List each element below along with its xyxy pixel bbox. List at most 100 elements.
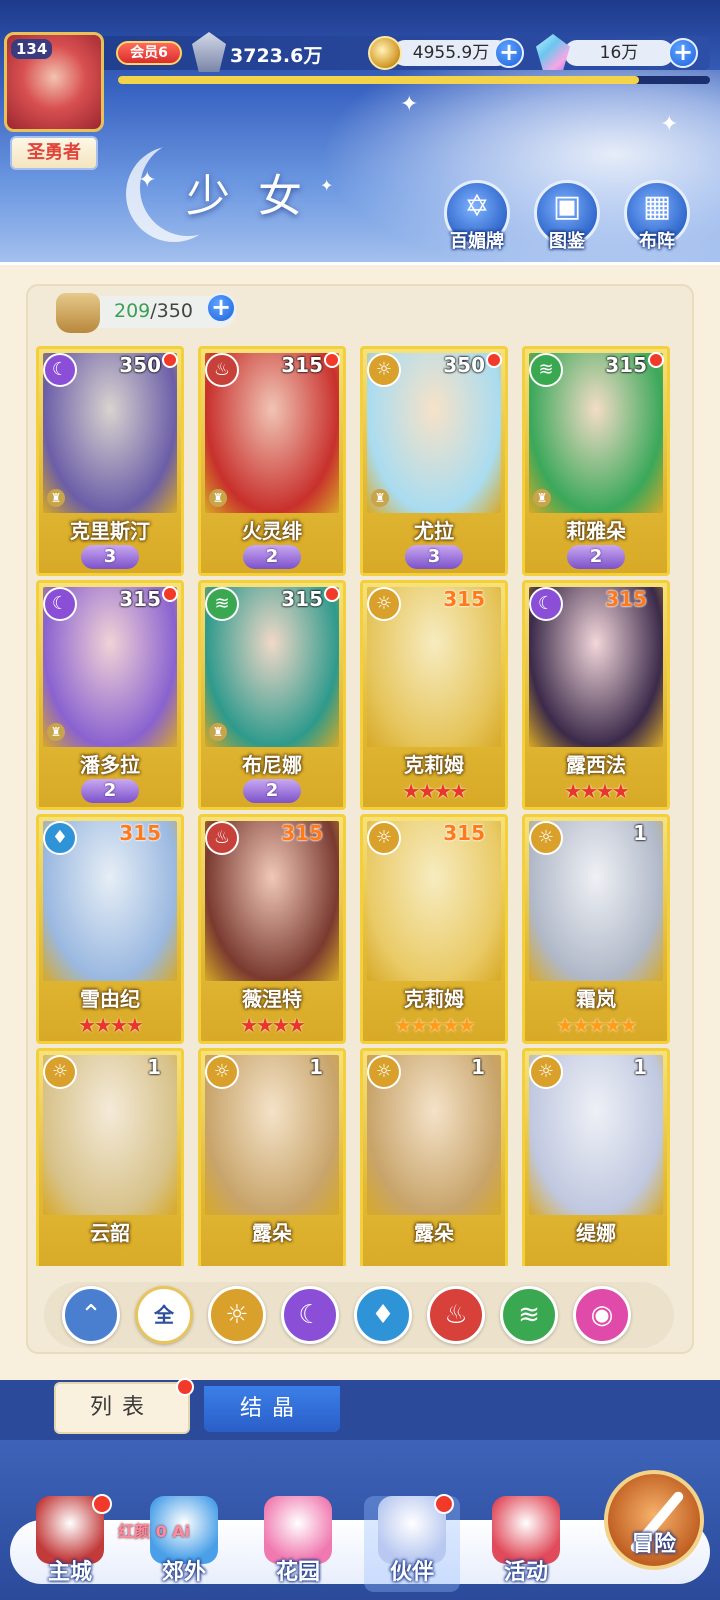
nav-label: 伙伴 xyxy=(389,1560,434,1585)
card-deck-button[interactable]: ✡ 百媚牌 xyxy=(444,180,510,252)
notification-dot xyxy=(434,1494,454,1514)
fire-element-icon: ♨ xyxy=(205,821,239,855)
chess-piece-icon: ♜ xyxy=(47,723,65,741)
filter-light-button[interactable]: ☼ xyxy=(208,1286,266,1344)
notification-dot xyxy=(176,1378,194,1396)
filter-all-button[interactable]: 全 xyxy=(135,1286,193,1344)
player-avatar[interactable]: 134 xyxy=(4,32,104,132)
tab-list[interactable]: 列表 xyxy=(54,1378,194,1434)
moon-element-icon: ☾ xyxy=(43,353,77,387)
wing-rank-badge: 2 xyxy=(567,545,625,569)
roster-count: 209/350 xyxy=(114,300,193,322)
star-rating: ★★★★ xyxy=(78,1013,144,1037)
gem-amount: 16万 xyxy=(564,40,674,66)
light-element-icon: ☼ xyxy=(529,1055,563,1089)
character-name: 霜岚 xyxy=(576,987,616,1011)
rank-title-badge[interactable]: 圣勇者 xyxy=(10,136,98,170)
bag-icon xyxy=(56,293,100,333)
character-level: 315 xyxy=(443,821,485,845)
character-name: 薇涅特 xyxy=(242,987,302,1011)
character-card[interactable]: ≋ 315 ♜ 莉雅朵 2 xyxy=(522,346,670,576)
sparkle-icon: ✦ xyxy=(400,92,419,117)
character-card[interactable]: ☼ 1 霜岚 ★★★★★ xyxy=(522,814,670,1044)
character-level: 350 xyxy=(119,353,161,377)
light-element-icon: ☼ xyxy=(43,1055,77,1089)
character-name: 莉雅朵 xyxy=(566,519,626,543)
character-name: 露朵 xyxy=(252,1221,292,1245)
character-level: 1 xyxy=(633,821,647,845)
roster-current: 209 xyxy=(114,300,151,322)
card-deck-icon: ✡ xyxy=(464,189,490,224)
sun-icon: ☼ xyxy=(225,1300,249,1330)
moon-element-icon: ☾ xyxy=(529,587,563,621)
gallery-label: 图鉴 xyxy=(549,231,585,252)
book-icon: ▣ xyxy=(552,189,582,224)
notification-dot xyxy=(162,352,178,368)
light-element-icon: ☼ xyxy=(367,1055,401,1089)
character-name: 克里斯汀 xyxy=(70,519,150,543)
light-element-icon: ☼ xyxy=(367,821,401,855)
nav-item-partner[interactable]: 伙伴 xyxy=(364,1494,460,1592)
tab-crystal[interactable]: 结晶 xyxy=(204,1386,340,1432)
character-level: 350 xyxy=(443,353,485,377)
event-ticker: 红颜 0 Ai xyxy=(118,1522,191,1541)
character-card[interactable]: ☼ 315 克莉姆 ★★★★★ xyxy=(360,814,508,1044)
nav-item-portal[interactable]: 郊外 xyxy=(136,1496,232,1592)
character-card[interactable]: ☼ 350 ♜ 尤拉 3 xyxy=(360,346,508,576)
coin-icon xyxy=(368,36,402,70)
character-card[interactable]: ♦ 315 雪由纪 ★★★★ xyxy=(36,814,184,1044)
star-rating: ★★★★ xyxy=(564,779,630,803)
character-name: 克莉姆 xyxy=(404,987,464,1011)
filter-cleave-button[interactable]: ⌃ xyxy=(62,1286,120,1344)
gallery-button[interactable]: ▣ 图鉴 xyxy=(534,180,600,252)
exp-bar xyxy=(118,76,710,84)
character-card[interactable]: ☾ 315 ♜ 潘多拉 2 xyxy=(36,580,184,810)
character-card[interactable]: ☼ 1 云韶 xyxy=(36,1048,184,1266)
character-card[interactable]: ☼ 1 露朵 xyxy=(360,1048,508,1266)
add-coins-button[interactable]: + xyxy=(494,38,524,68)
filter-moon-button[interactable]: ☾ xyxy=(281,1286,339,1344)
character-card[interactable]: ☼ 315 克莉姆 ★★★★ xyxy=(360,580,508,810)
notification-dot xyxy=(324,586,340,602)
character-level: 1 xyxy=(147,1055,161,1079)
vip-badge[interactable]: 会员6 xyxy=(116,41,182,65)
filter-heart-button[interactable]: ◉ xyxy=(573,1286,631,1344)
character-card[interactable]: ☾ 315 露西法 ★★★★ xyxy=(522,580,670,810)
add-gems-button[interactable]: + xyxy=(668,38,698,68)
heart-orb-icon: ◉ xyxy=(590,1300,614,1330)
formation-button[interactable]: ▦ 布阵 xyxy=(624,180,690,252)
character-card[interactable]: ≋ 315 ♜ 布尼娜 2 xyxy=(198,580,346,810)
character-card[interactable]: ☼ 1 缇娜 xyxy=(522,1048,670,1266)
filter-water-button[interactable]: ♦ xyxy=(354,1286,412,1344)
expand-roster-button[interactable]: + xyxy=(206,293,236,323)
wind-element-icon: ≋ xyxy=(205,587,239,621)
character-name: 缇娜 xyxy=(576,1221,616,1245)
character-level: 315 xyxy=(281,587,323,611)
tab-list-label: 列表 xyxy=(89,1395,154,1420)
notification-dot xyxy=(324,352,340,368)
nav-label: 主城 xyxy=(47,1560,92,1585)
nav-item-gift[interactable]: 活动 xyxy=(478,1496,574,1592)
character-card[interactable]: ♨ 315 薇涅特 ★★★★ xyxy=(198,814,346,1044)
character-level: 315 xyxy=(281,821,323,845)
filter-wind-button[interactable]: ≋ xyxy=(500,1286,558,1344)
wing-rank-badge: 3 xyxy=(405,545,463,569)
character-card[interactable]: ☾ 350 ♜ 克里斯汀 3 xyxy=(36,346,184,576)
character-name: 尤拉 xyxy=(414,519,454,543)
nav-item-castle[interactable]: 主城 xyxy=(22,1494,118,1592)
water-element-icon: ♦ xyxy=(43,821,77,855)
star-rating: ★★★★★ xyxy=(394,1013,476,1037)
character-level: 1 xyxy=(471,1055,485,1079)
filter-fire-button[interactable]: ♨ xyxy=(427,1286,485,1344)
nav-label: 冒险 xyxy=(631,1532,676,1557)
character-level: 315 xyxy=(443,587,485,611)
character-card[interactable]: ♨ 315 ♜ 火灵绯 2 xyxy=(198,346,346,576)
nav-label: 活动 xyxy=(503,1560,548,1585)
fire-element-icon: ♨ xyxy=(205,353,239,387)
nav-adventure-button[interactable]: 冒险 xyxy=(604,1470,704,1570)
character-card[interactable]: ☼ 1 露朵 xyxy=(198,1048,346,1266)
moon-icon: ☾ xyxy=(298,1300,322,1330)
character-name: 雪由纪 xyxy=(80,987,140,1011)
sparkle-icon: ✦ xyxy=(660,112,679,137)
nav-item-heart-garden[interactable]: 花园 xyxy=(250,1496,346,1592)
